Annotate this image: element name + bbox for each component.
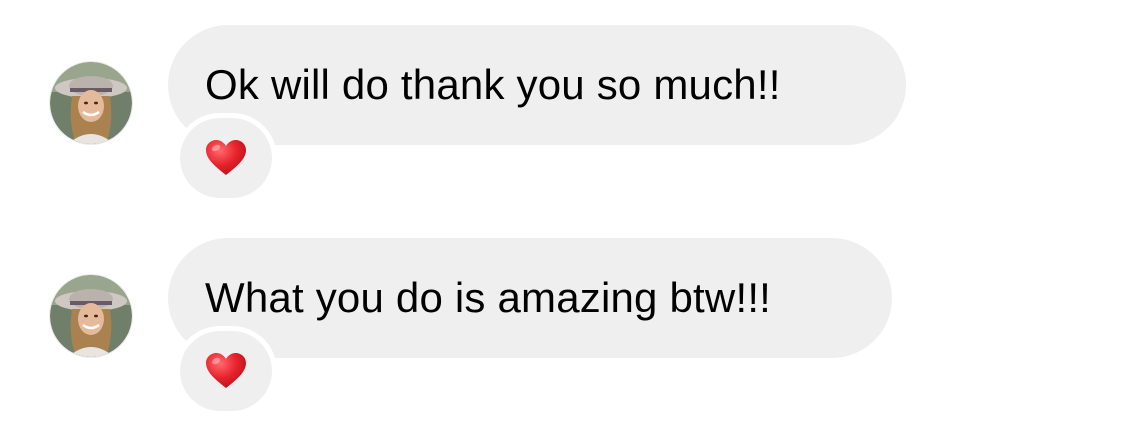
reaction-badge[interactable] (180, 331, 272, 411)
red-heart-icon (206, 353, 246, 388)
message-text: What you do is amazing btw!!! (205, 274, 772, 321)
reaction-badge[interactable] (180, 118, 272, 198)
message-row: Ok will do thank you so much!! (0, 0, 1125, 198)
red-heart-icon (206, 140, 246, 175)
message-row: What you do is amazing btw!!! (0, 213, 1125, 411)
chat-thread: Ok will do thank you so much!! What you … (0, 0, 1125, 426)
message-text: Ok will do thank you so much!! (205, 61, 781, 108)
message-bubble[interactable]: Ok will do thank you so much!! (168, 25, 906, 145)
user-avatar-icon[interactable] (50, 62, 132, 144)
user-avatar-icon[interactable] (50, 275, 132, 357)
message-bubble[interactable]: What you do is amazing btw!!! (168, 238, 892, 358)
